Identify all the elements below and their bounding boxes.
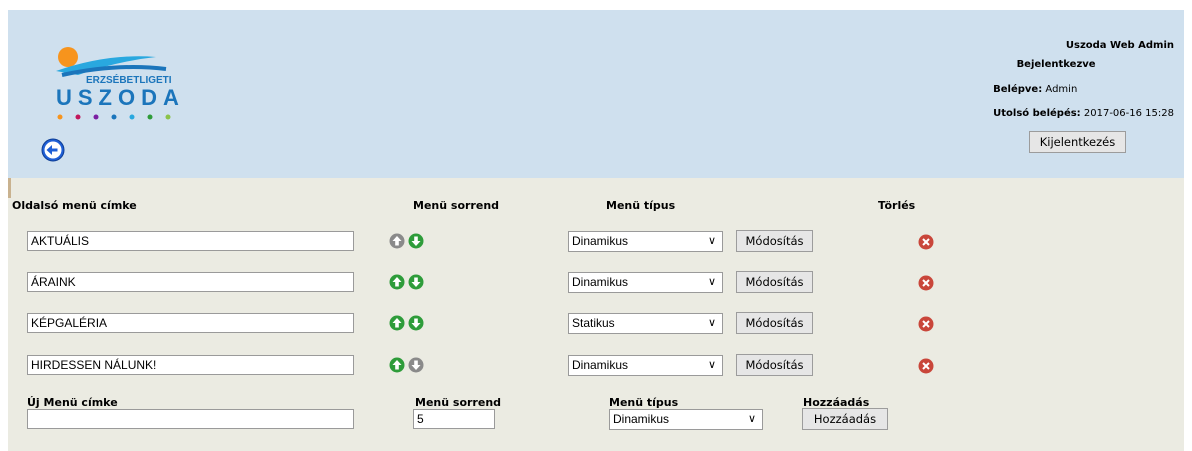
header: ERZSÉBETLIGETI USZODA Uszoda Web Admin B… (8, 10, 1184, 178)
new-menu-order-input[interactable]: 5 (413, 409, 495, 429)
move-up-disabled-icon (389, 233, 405, 249)
chevron-down-icon: ∨ (747, 413, 756, 425)
menu-type-select[interactable]: Dinamikus ∨ (568, 231, 723, 252)
menu-editor: Oldalsó menü címke Menü sorrend Menü típ… (8, 178, 1184, 451)
user-info: Uszoda Web Admin Bejelentkezve Belépve: … (993, 40, 1174, 132)
col-header-order: Menü sorrend (413, 199, 500, 212)
new-menu-type-select[interactable]: Dinamikus ∨ (609, 409, 763, 430)
move-up-icon[interactable] (389, 315, 405, 331)
move-down-disabled-icon (408, 357, 424, 373)
uszoda-logo: ERZSÉBETLIGETI USZODA (56, 47, 185, 120)
menu-label-input[interactable]: AKTUÁLIS (27, 231, 354, 251)
col-header-type: Menü típus (606, 199, 676, 212)
chevron-down-icon: ∨ (707, 317, 716, 329)
menu-type-select[interactable]: Dinamikus ∨ (568, 272, 723, 293)
new-label-header: Új Menü címke (27, 396, 118, 409)
move-down-icon[interactable] (408, 315, 424, 331)
menu-type-select[interactable]: Dinamikus ∨ (568, 355, 723, 376)
chevron-down-icon: ∨ (707, 276, 716, 288)
logged-in-as: Belépve: Admin (993, 84, 1078, 95)
chevron-down-icon: ∨ (707, 235, 716, 247)
menu-label-input[interactable]: KÉPGALÉRIA (27, 313, 354, 333)
last-login: Utolsó belépés: 2017-06-16 15:28 (993, 108, 1174, 119)
delete-icon[interactable] (918, 275, 934, 291)
modify-button[interactable]: Módosítás (736, 271, 813, 293)
menu-label-input[interactable]: HIRDESSEN NÁLUNK! (27, 355, 354, 375)
login-status: Bejelentkezve (1016, 59, 1096, 70)
modify-button[interactable]: Módosítás (736, 230, 813, 252)
move-up-icon[interactable] (389, 274, 405, 290)
col-header-label: Oldalsó menü címke (12, 199, 137, 212)
chevron-down-icon: ∨ (707, 359, 716, 371)
menu-type-select[interactable]: Statikus ∨ (568, 313, 723, 334)
new-type-header: Menü típus (609, 396, 679, 409)
app-title: Uszoda Web Admin (1065, 40, 1174, 51)
new-menu-label-input[interactable] (27, 409, 354, 429)
move-down-icon[interactable] (408, 233, 424, 249)
add-button[interactable]: Hozzáadás (802, 408, 888, 430)
col-header-delete: Törlés (878, 199, 916, 212)
back-arrow-icon[interactable] (41, 138, 65, 162)
move-up-icon[interactable] (389, 357, 405, 373)
delete-icon[interactable] (918, 234, 934, 250)
logout-button[interactable]: Kijelentkezés (1029, 131, 1126, 153)
move-down-icon[interactable] (408, 274, 424, 290)
modify-button[interactable]: Módosítás (736, 312, 813, 334)
menu-label-input[interactable]: ÁRAINK (27, 272, 354, 292)
modify-button[interactable]: Módosítás (736, 354, 813, 376)
delete-icon[interactable] (918, 316, 934, 332)
new-order-header: Menü sorrend (415, 396, 502, 409)
logo-line2: USZODA (56, 85, 185, 110)
delete-icon[interactable] (918, 358, 934, 374)
